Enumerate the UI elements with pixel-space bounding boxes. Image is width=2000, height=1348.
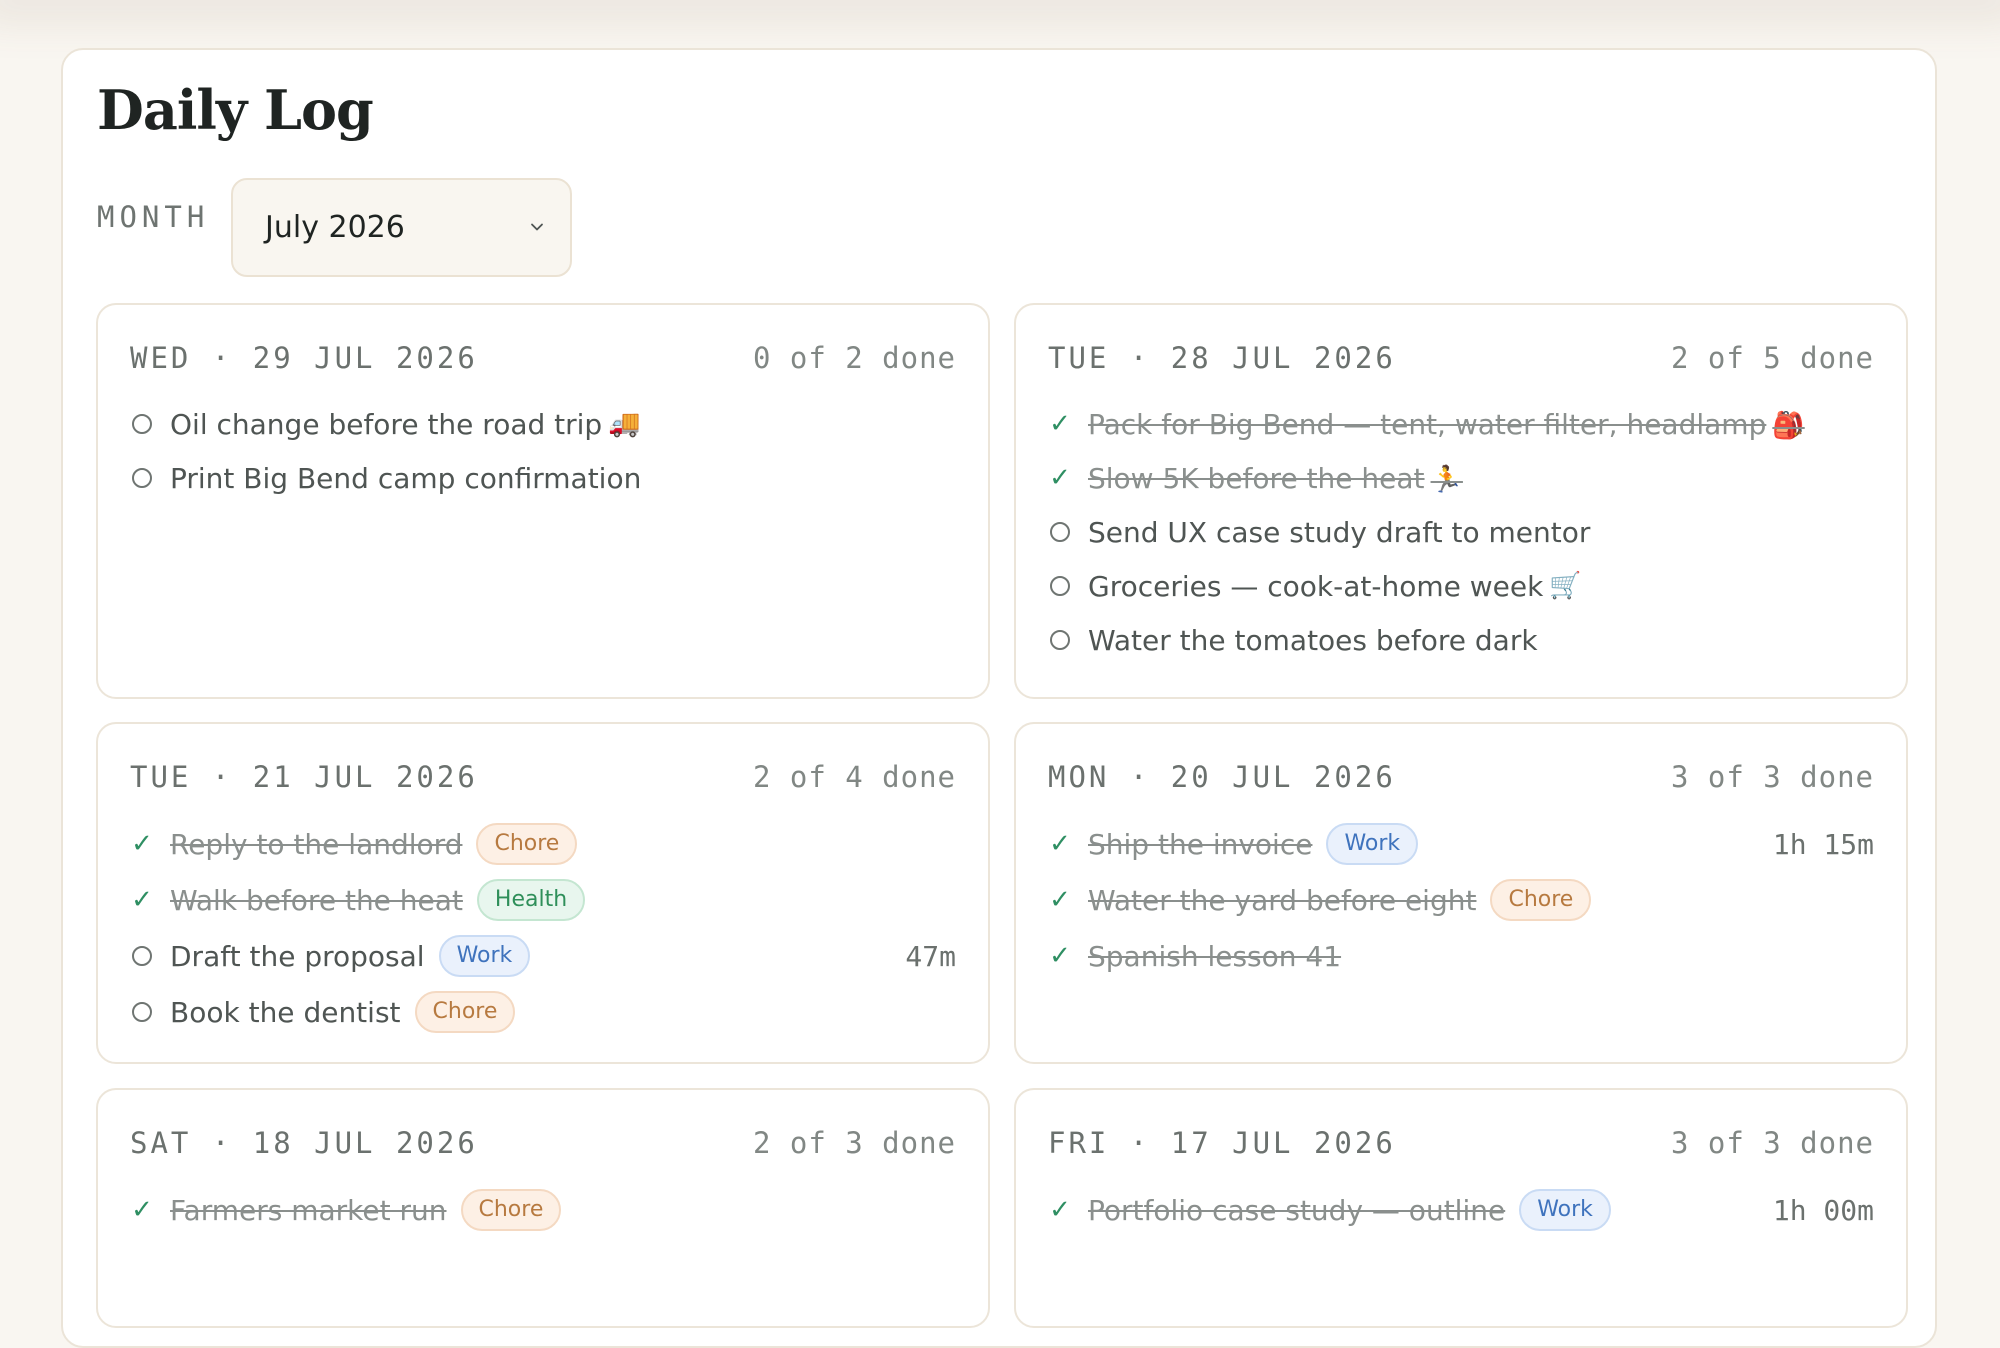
day-card: WED · 29 JUL 2026 0 of 2 done Oil change… bbox=[96, 303, 990, 699]
tag-work: Work bbox=[1519, 1189, 1611, 1231]
task-item[interactable]: Draft the proposal Work 47m bbox=[130, 928, 956, 984]
tag-work: Work bbox=[438, 935, 531, 977]
circle-icon[interactable] bbox=[1048, 628, 1072, 652]
task-duration: 47m bbox=[905, 939, 956, 973]
chevron-down-icon bbox=[531, 223, 543, 231]
task-item[interactable]: ✓ Reply to the landlord Chore bbox=[130, 816, 956, 872]
circle-icon[interactable] bbox=[1048, 520, 1072, 544]
circle-icon[interactable] bbox=[130, 944, 154, 968]
day-date: TUE · 28 JUL 2026 bbox=[1048, 341, 1396, 375]
day-card: TUE · 21 JUL 2026 2 of 4 done ✓ Reply to… bbox=[96, 722, 990, 1064]
tag-chore: Chore bbox=[414, 991, 516, 1033]
task-item[interactable]: Oil change before the road trip 🚚 bbox=[130, 397, 956, 451]
day-card: SAT · 18 JUL 2026 2 of 3 done ✓ Farmers … bbox=[96, 1088, 990, 1328]
day-progress-count: 3 of 3 done bbox=[1670, 760, 1874, 794]
truck-icon: 🚚 bbox=[608, 409, 641, 439]
task-item[interactable]: Groceries — cook-at-home week 🛒 bbox=[1048, 559, 1874, 613]
tag-health: Health bbox=[476, 879, 586, 921]
task-text: Reply to the landlord bbox=[170, 827, 463, 861]
page-title: Daily Log bbox=[97, 78, 374, 142]
check-icon[interactable]: ✓ bbox=[130, 887, 154, 913]
circle-icon[interactable] bbox=[130, 412, 154, 436]
task-text: Spanish lesson 41 bbox=[1088, 939, 1342, 973]
runner-icon: 🏃 bbox=[1430, 464, 1463, 495]
day-date: SAT · 18 JUL 2026 bbox=[130, 1126, 478, 1160]
backpack-icon: 🎒 bbox=[1772, 410, 1805, 441]
task-text: Groceries — cook-at-home week bbox=[1088, 569, 1544, 603]
task-text: Ship the invoice bbox=[1088, 827, 1313, 861]
cart-icon: 🛒 bbox=[1549, 571, 1582, 601]
task-item[interactable]: ✓ Ship the invoice Work 1h 15m bbox=[1048, 816, 1874, 872]
check-icon[interactable]: ✓ bbox=[130, 831, 154, 857]
task-list: ✓ Ship the invoice Work 1h 15m ✓ Water t… bbox=[1048, 816, 1874, 984]
task-item[interactable]: Send UX case study draft to mentor bbox=[1048, 505, 1874, 559]
circle-icon[interactable] bbox=[130, 1000, 154, 1024]
month-label: MONTH bbox=[97, 200, 210, 234]
circle-icon[interactable] bbox=[1048, 574, 1072, 598]
check-icon[interactable]: ✓ bbox=[1048, 411, 1072, 437]
month-select[interactable]: July 2026 bbox=[231, 178, 572, 277]
tag-chore: Chore bbox=[1490, 879, 1592, 921]
task-text: Water the yard before eight bbox=[1088, 883, 1477, 917]
day-progress-count: 2 of 4 done bbox=[752, 760, 956, 794]
check-icon[interactable]: ✓ bbox=[130, 1197, 154, 1223]
task-text: Walk before the heat bbox=[170, 883, 463, 917]
task-text: Pack for Big Bend — tent, water filter, … bbox=[1088, 407, 1805, 441]
task-item[interactable]: ✓ Water the yard before eight Chore bbox=[1048, 872, 1874, 928]
task-text: Water the tomatoes before dark bbox=[1088, 623, 1538, 657]
task-list: ✓ Reply to the landlord Chore ✓ Walk bef… bbox=[130, 816, 956, 1040]
month-select-value: July 2026 bbox=[265, 210, 405, 245]
task-text: Print Big Bend camp confirmation bbox=[170, 461, 642, 495]
check-icon[interactable]: ✓ bbox=[1048, 831, 1072, 857]
task-text: Draft the proposal bbox=[170, 939, 425, 973]
check-icon[interactable]: ✓ bbox=[1048, 887, 1072, 913]
task-item[interactable]: Book the dentist Chore bbox=[130, 984, 956, 1040]
day-date: TUE · 21 JUL 2026 bbox=[130, 760, 478, 794]
check-icon[interactable]: ✓ bbox=[1048, 1197, 1072, 1223]
day-card: TUE · 28 JUL 2026 2 of 5 done ✓ Pack for… bbox=[1014, 303, 1908, 699]
task-item[interactable]: ✓ Portfolio case study — outline Work 1h… bbox=[1048, 1182, 1874, 1238]
check-icon[interactable]: ✓ bbox=[1048, 943, 1072, 969]
day-date: FRI · 17 JUL 2026 bbox=[1048, 1126, 1396, 1160]
day-progress-count: 2 of 3 done bbox=[752, 1126, 956, 1160]
day-date: WED · 29 JUL 2026 bbox=[130, 341, 478, 375]
task-duration: 1h 15m bbox=[1772, 827, 1874, 861]
task-item[interactable]: ✓ Slow 5K before the heat 🏃 bbox=[1048, 451, 1874, 505]
task-text: Farmers market run bbox=[170, 1193, 447, 1227]
task-item[interactable]: Print Big Bend camp confirmation bbox=[130, 451, 956, 505]
tag-chore: Chore bbox=[476, 823, 578, 865]
circle-icon[interactable] bbox=[130, 466, 154, 490]
task-list: Oil change before the road trip 🚚 Print … bbox=[130, 397, 956, 505]
task-list: ✓ Pack for Big Bend — tent, water filter… bbox=[1048, 397, 1874, 667]
day-progress-count: 2 of 5 done bbox=[1670, 341, 1874, 375]
day-date: MON · 20 JUL 2026 bbox=[1048, 760, 1396, 794]
day-progress-count: 3 of 3 done bbox=[1670, 1126, 1874, 1160]
task-list: ✓ Farmers market run Chore bbox=[130, 1182, 956, 1238]
task-item[interactable]: ✓ Farmers market run Chore bbox=[130, 1182, 956, 1238]
task-text: Portfolio case study — outline bbox=[1088, 1193, 1506, 1227]
check-icon[interactable]: ✓ bbox=[1048, 465, 1072, 491]
day-card: FRI · 17 JUL 2026 3 of 3 done ✓ Portfoli… bbox=[1014, 1088, 1908, 1328]
tag-work: Work bbox=[1326, 823, 1419, 865]
task-text: Book the dentist bbox=[170, 995, 401, 1029]
daily-log-panel: Daily Log MONTH July 2026 WED · 29 JUL 2… bbox=[61, 48, 1937, 1348]
task-item[interactable]: ✓ Spanish lesson 41 bbox=[1048, 928, 1874, 984]
day-progress-count: 0 of 2 done bbox=[752, 341, 956, 375]
task-item[interactable]: ✓ Walk before the heat Health bbox=[130, 872, 956, 928]
tag-chore: Chore bbox=[460, 1189, 562, 1231]
task-duration: 1h 00m bbox=[1772, 1193, 1874, 1227]
task-item[interactable]: Water the tomatoes before dark bbox=[1048, 613, 1874, 667]
task-item[interactable]: ✓ Pack for Big Bend — tent, water filter… bbox=[1048, 397, 1874, 451]
day-card: MON · 20 JUL 2026 3 of 3 done ✓ Ship the… bbox=[1014, 722, 1908, 1064]
task-text: Oil change before the road trip bbox=[170, 407, 603, 441]
task-text: Slow 5K before the heat 🏃 bbox=[1088, 461, 1463, 495]
task-text: Send UX case study draft to mentor bbox=[1088, 515, 1591, 549]
task-list: ✓ Portfolio case study — outline Work 1h… bbox=[1048, 1182, 1874, 1238]
